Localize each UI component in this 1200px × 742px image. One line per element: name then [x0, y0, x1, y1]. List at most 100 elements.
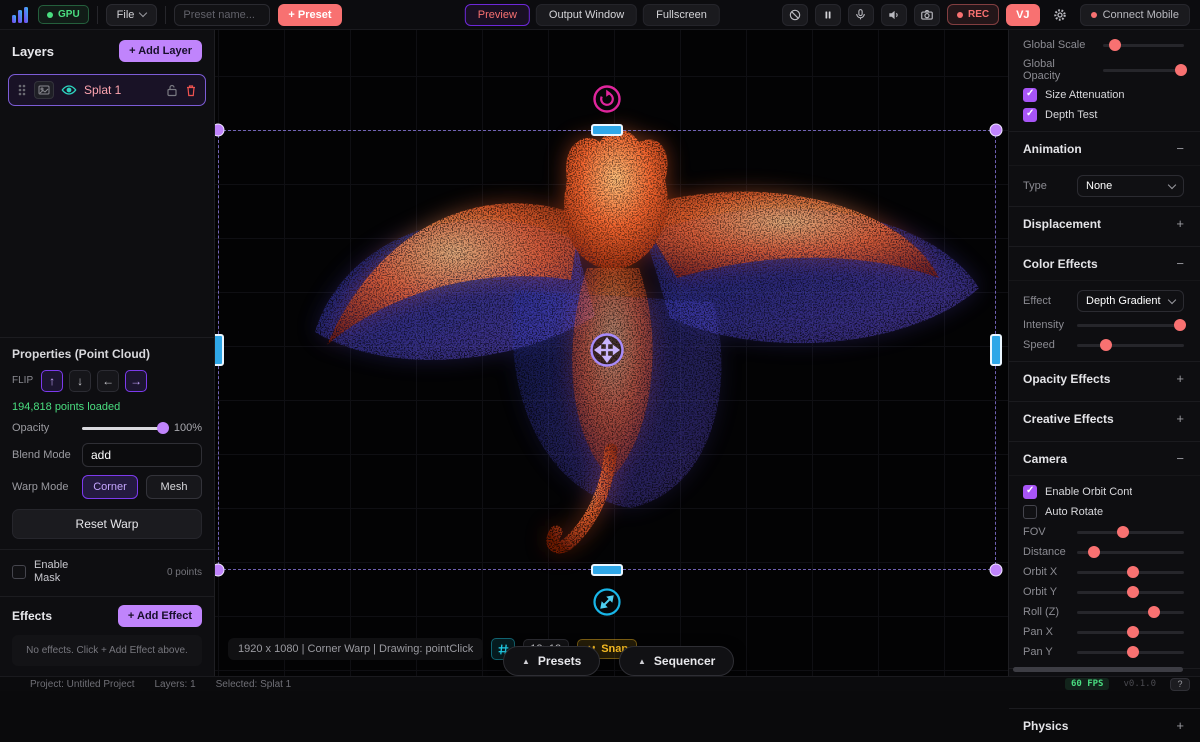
presets-drawer-button[interactable]: ▲ Presets: [503, 646, 600, 676]
speed-row: Speed: [1009, 335, 1200, 355]
section-displacement[interactable]: Displacement +: [1009, 206, 1200, 240]
slider-thumb[interactable]: [1127, 646, 1139, 658]
animation-type-select[interactable]: None: [1077, 175, 1184, 197]
add-effect-button[interactable]: + Add Effect: [118, 605, 202, 627]
warp-mesh-button[interactable]: Mesh: [146, 475, 202, 499]
slider-thumb[interactable]: [1088, 546, 1100, 558]
settings-button[interactable]: [1047, 4, 1073, 26]
add-preset-button[interactable]: + Preset: [278, 4, 341, 26]
section-camera[interactable]: Camera −: [1009, 441, 1200, 475]
auto-rotate-row: Auto Rotate: [1009, 502, 1200, 522]
layer-delete-button[interactable]: [185, 84, 197, 97]
preset-name-input[interactable]: [174, 4, 270, 26]
reset-warp-button[interactable]: Reset Warp: [12, 509, 202, 539]
slider-thumb[interactable]: [1148, 606, 1160, 618]
vj-mode-button[interactable]: VJ: [1006, 4, 1039, 26]
warp-edge-handle-right[interactable]: [990, 334, 1002, 366]
sequencer-drawer-label: Sequencer: [654, 654, 715, 668]
opacity-value: 100%: [174, 422, 202, 434]
flip-left-button[interactable]: ←: [97, 370, 119, 392]
scale-handle[interactable]: [592, 587, 622, 617]
roll-z-slider[interactable]: [1077, 605, 1184, 619]
size-attenuation-checkbox[interactable]: [1023, 88, 1037, 102]
distance-slider[interactable]: [1077, 545, 1184, 559]
chevron-down-icon: [1168, 180, 1176, 188]
layer-row-splat-1[interactable]: Splat 1: [8, 74, 206, 106]
layer-lock-button[interactable]: [166, 84, 178, 97]
section-animation[interactable]: Animation −: [1009, 131, 1200, 165]
blend-mode-input[interactable]: [82, 443, 202, 467]
global-scale-label: Global Scale: [1023, 39, 1095, 51]
global-opacity-slider[interactable]: [1103, 63, 1184, 77]
enable-orbit-checkbox[interactable]: [1023, 485, 1037, 499]
sequencer-drawer-button[interactable]: ▲ Sequencer: [619, 646, 734, 676]
divider: [0, 549, 214, 550]
move-handle[interactable]: [589, 332, 625, 368]
warp-edge-handle-bottom[interactable]: [591, 564, 623, 576]
slider-thumb[interactable]: [1109, 39, 1121, 51]
pause-button[interactable]: [815, 4, 841, 26]
slider-thumb[interactable]: [1174, 319, 1186, 331]
expand-icon: +: [1176, 718, 1184, 733]
orbit-y-slider[interactable]: [1077, 585, 1184, 599]
warp-edge-handle-left[interactable]: [215, 334, 224, 366]
gpu-status-badge: GPU: [38, 5, 89, 24]
auto-rotate-checkbox[interactable]: [1023, 505, 1037, 519]
rotate-handle[interactable]: [592, 84, 622, 114]
layers-count-status: Layers: 1: [155, 679, 196, 690]
effect-select[interactable]: Depth Gradient: [1077, 290, 1184, 312]
right-panel-scrollbar[interactable]: [1013, 667, 1183, 672]
preview-button[interactable]: Preview: [465, 4, 530, 26]
section-opacity-effects[interactable]: Opacity Effects +: [1009, 361, 1200, 395]
section-physics[interactable]: Physics +: [1009, 708, 1200, 742]
slider-thumb[interactable]: [1117, 526, 1129, 538]
disable-button[interactable]: [782, 4, 808, 26]
distance-row: Distance: [1009, 542, 1200, 562]
warp-corner-handle-top-right[interactable]: [990, 124, 1003, 137]
flip-right-button[interactable]: →: [125, 370, 147, 392]
flip-down-button[interactable]: ↓: [69, 370, 91, 392]
orbit-x-slider[interactable]: [1077, 565, 1184, 579]
help-button[interactable]: ?: [1170, 678, 1190, 691]
pan-x-slider[interactable]: [1077, 625, 1184, 639]
fullscreen-button[interactable]: Fullscreen: [643, 4, 720, 26]
presets-drawer-label: Presets: [538, 654, 581, 668]
file-menu-button[interactable]: File: [106, 4, 158, 26]
slider-thumb[interactable]: [157, 422, 169, 434]
record-button[interactable]: REC: [947, 4, 999, 25]
file-menu-label: File: [117, 9, 135, 21]
drag-handle-icon[interactable]: [17, 84, 27, 96]
enable-mask-checkbox[interactable]: [12, 565, 26, 579]
screenshot-button[interactable]: [914, 4, 940, 26]
flip-up-button[interactable]: ↑: [41, 370, 63, 392]
pan-y-slider[interactable]: [1077, 645, 1184, 659]
depth-test-checkbox[interactable]: [1023, 108, 1037, 122]
audio-button[interactable]: [881, 4, 907, 26]
speed-slider[interactable]: [1077, 338, 1184, 352]
fov-slider[interactable]: [1077, 525, 1184, 539]
section-creative-effects[interactable]: Creative Effects +: [1009, 401, 1200, 435]
section-color-effects[interactable]: Color Effects −: [1009, 246, 1200, 280]
add-layer-button[interactable]: + Add Layer: [119, 40, 202, 62]
slider-thumb[interactable]: [1127, 566, 1139, 578]
slider-track: [1077, 531, 1184, 534]
fps-counter: 60 FPS: [1065, 678, 1110, 690]
slider-thumb[interactable]: [1127, 626, 1139, 638]
slider-thumb[interactable]: [1175, 64, 1187, 76]
layer-visibility-toggle[interactable]: [61, 84, 77, 96]
slider-thumb[interactable]: [1100, 339, 1112, 351]
warp-edge-handle-top[interactable]: [591, 124, 623, 136]
slider-thumb[interactable]: [1127, 586, 1139, 598]
warp-corner-handle-bottom-right[interactable]: [990, 564, 1003, 577]
app-logo-icon: [10, 5, 30, 25]
output-window-button[interactable]: Output Window: [536, 4, 637, 26]
intensity-slider[interactable]: [1077, 318, 1184, 332]
opacity-slider[interactable]: [82, 421, 166, 435]
microphone-button[interactable]: [848, 4, 874, 26]
global-scale-slider[interactable]: [1103, 38, 1184, 52]
right-sidebar: Global Scale Global Opacity Size Attenua…: [1008, 30, 1200, 676]
top-toolbar: GPU File + Preset Preview Output Window …: [0, 0, 1200, 30]
preview-canvas[interactable]: 1920 x 1080 | Corner Warp | Drawing: poi…: [215, 30, 1008, 676]
connect-mobile-button[interactable]: Connect Mobile: [1080, 4, 1190, 26]
warp-corner-button[interactable]: Corner: [82, 475, 138, 499]
